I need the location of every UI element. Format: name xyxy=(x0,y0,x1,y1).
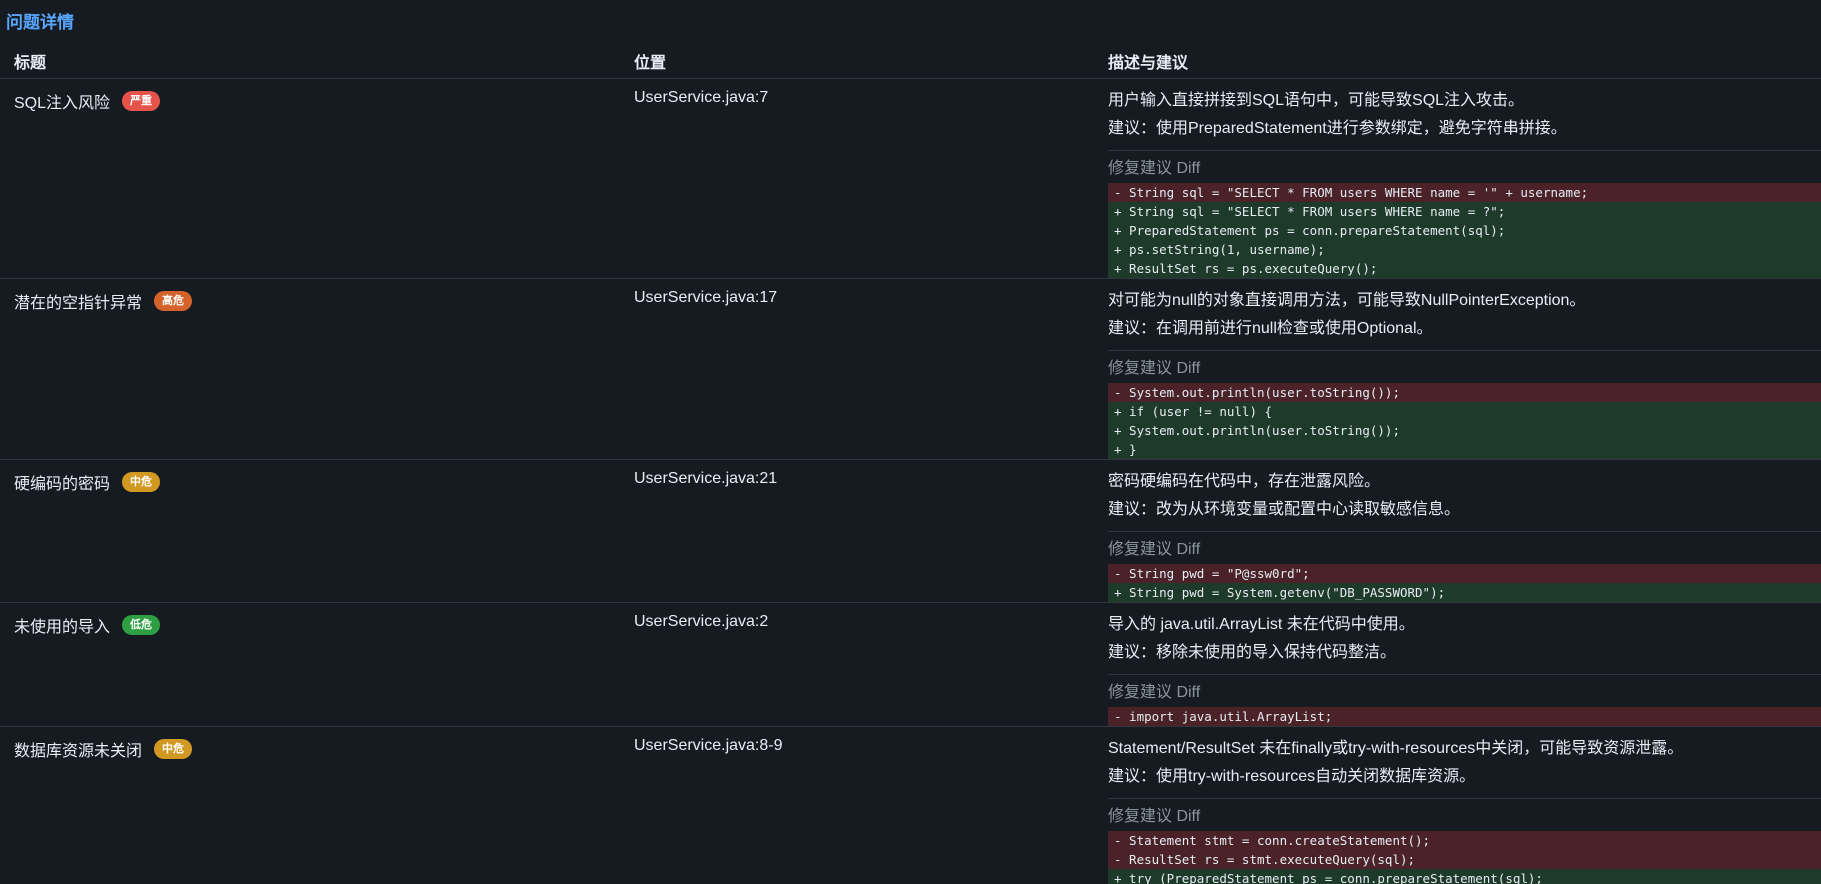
severity-badge: 中危 xyxy=(122,472,161,492)
severity-badge: 高危 xyxy=(154,291,193,311)
issue-description: 导入的 java.util.ArrayList 未在代码中使用。 xyxy=(1108,616,1415,633)
diff-added-line: + ResultSet rs = ps.executeQuery(); xyxy=(1108,259,1821,278)
diff-added-line: + } xyxy=(1108,440,1821,459)
issue-suggestion: 建议：在调用前进行null检查或使用Optional。 xyxy=(1108,320,1433,337)
diff-added-line: + if (user != null) { xyxy=(1108,402,1821,421)
issue-description-cell: 用户输入直接拼接到SQL语句中，可能导致SQL注入攻击。建议：使用Prepare… xyxy=(1108,87,1821,278)
issue-location[interactable]: UserService.java:17 xyxy=(634,289,777,307)
issue-title-cell: SQL注入风险 严重 xyxy=(14,89,161,113)
issue-description: 对可能为null的对象直接调用方法，可能导致NullPointerExcepti… xyxy=(1108,292,1586,309)
issue-title: 潜在的空指针异常 xyxy=(14,295,143,312)
fix-diff-label: 修复建议 Diff xyxy=(1108,684,1201,701)
section-title: 问题详情 xyxy=(6,13,74,32)
severity-badge: 中危 xyxy=(154,739,193,759)
issue-description: 用户输入直接拼接到SQL语句中，可能导致SQL注入攻击。 xyxy=(1108,92,1525,109)
table-body: SQL注入风险 严重 UserService.java:7 用户输入直接拼接到SQL语… xyxy=(0,79,1821,884)
severity-badge: 严重 xyxy=(122,91,161,111)
table-row: SQL注入风险 严重 UserService.java:7 用户输入直接拼接到SQL语… xyxy=(0,79,1821,279)
table-row: 数据库资源未关闭 中危 UserService.java:8-9 Statement/… xyxy=(0,727,1821,884)
diff-added-line: + String sql = "SELECT * FROM users WHER… xyxy=(1108,202,1821,221)
issue-title-cell: 未使用的导入 低危 xyxy=(14,613,161,637)
column-header-description: 描述与建议 xyxy=(1108,55,1189,72)
issue-details-page: 问题详情 标题 位置 描述与建议 SQL注入风险 严重 UserService.ja… xyxy=(0,0,1821,884)
issue-description: 密码硬编码在代码中，存在泄露风险。 xyxy=(1108,473,1381,490)
diff-added-line: + String pwd = System.getenv("DB_PASSWOR… xyxy=(1108,583,1821,602)
diff-added-line: + PreparedStatement ps = conn.prepareSta… xyxy=(1108,221,1821,240)
diff-removed-line: - ResultSet rs = stmt.executeQuery(sql); xyxy=(1108,850,1821,869)
diff-removed-line: - System.out.println(user.toString()); xyxy=(1108,383,1821,402)
diff-removed-line: - String sql = "SELECT * FROM users WHER… xyxy=(1108,183,1821,202)
fix-diff-block: 修复建议 Diff - System.out.println(user.toStr… xyxy=(1108,350,1821,459)
issue-title-cell: 数据库资源未关闭 中危 xyxy=(14,737,193,761)
fix-diff-label: 修复建议 Diff xyxy=(1108,808,1201,825)
table-header: 标题 位置 描述与建议 xyxy=(0,40,1821,79)
fix-diff-label: 修复建议 Diff xyxy=(1108,360,1201,377)
issue-suggestion: 建议：使用PreparedStatement进行参数绑定，避免字符串拼接。 xyxy=(1108,120,1567,137)
issue-location[interactable]: UserService.java:8-9 xyxy=(634,737,783,755)
severity-badge: 低危 xyxy=(122,615,161,635)
column-header-location: 位置 xyxy=(634,55,667,72)
fix-diff-block: 修复建议 Diff - String pwd = "P@ssw0rd"; + Str… xyxy=(1108,531,1821,602)
diff-removed-line: - Statement stmt = conn.createStatement(… xyxy=(1108,831,1821,850)
issue-suggestion: 建议：改为从环境变量或配置中心读取敏感信息。 xyxy=(1108,501,1461,518)
issue-title-cell: 潜在的空指针异常 高危 xyxy=(14,289,193,313)
issue-description-cell: 对可能为null的对象直接调用方法，可能导致NullPointerExcepti… xyxy=(1108,287,1821,459)
issue-location[interactable]: UserService.java:2 xyxy=(634,613,768,631)
issue-description-cell: Statement/ResultSet 未在finally或try-with-r… xyxy=(1108,735,1821,884)
issue-description: Statement/ResultSet 未在finally或try-with-r… xyxy=(1108,740,1684,757)
issue-title: 未使用的导入 xyxy=(14,619,111,636)
table-row: 硬编码的密码 中危 UserService.java:21 密码硬编码在代码中，存在泄… xyxy=(0,460,1821,603)
issue-suggestion: 建议：使用try-with-resources自动关闭数据库资源。 xyxy=(1108,768,1476,785)
issue-description-cell: 密码硬编码在代码中，存在泄露风险。 建议：改为从环境变量或配置中心读取敏感信息。修… xyxy=(1108,468,1821,602)
diff-added-line: + System.out.println(user.toString()); xyxy=(1108,421,1821,440)
table-row: 潜在的空指针异常 高危 UserService.java:17 对可能为null的对象… xyxy=(0,279,1821,460)
fix-diff-block: 修复建议 Diff - import java.util.ArrayList; xyxy=(1108,674,1821,726)
issue-description-cell: 导入的 java.util.ArrayList 未在代码中使用。 建议：移除未使用… xyxy=(1108,611,1821,726)
fix-diff-label: 修复建议 Diff xyxy=(1108,160,1201,177)
issue-title: SQL注入风险 xyxy=(14,95,111,112)
issue-location[interactable]: UserService.java:7 xyxy=(634,89,768,107)
diff-added-line: + try (PreparedStatement ps = conn.prepa… xyxy=(1108,869,1821,884)
table-row: 未使用的导入 低危 UserService.java:2 导入的 java.util.… xyxy=(0,603,1821,727)
fix-diff-block: 修复建议 Diff - Statement stmt = conn.createS… xyxy=(1108,798,1821,884)
issue-suggestion: 建议：移除未使用的导入保持代码整洁。 xyxy=(1108,644,1397,661)
fix-diff-block: 修复建议 Diff - String sql = "SELECT * FROM u… xyxy=(1108,150,1821,278)
issues-table: 标题 位置 描述与建议 SQL注入风险 严重 UserService.java:7 用… xyxy=(0,40,1821,884)
diff-removed-line: - String pwd = "P@ssw0rd"; xyxy=(1108,564,1821,583)
column-header-title: 标题 xyxy=(14,55,47,72)
issue-location[interactable]: UserService.java:21 xyxy=(634,470,777,488)
issue-title: 数据库资源未关闭 xyxy=(14,743,143,760)
issue-title: 硬编码的密码 xyxy=(14,476,111,493)
diff-added-line: + ps.setString(1, username); xyxy=(1108,240,1821,259)
fix-diff-label: 修复建议 Diff xyxy=(1108,541,1201,558)
issue-title-cell: 硬编码的密码 中危 xyxy=(14,470,161,494)
diff-removed-line: - import java.util.ArrayList; xyxy=(1108,707,1821,726)
